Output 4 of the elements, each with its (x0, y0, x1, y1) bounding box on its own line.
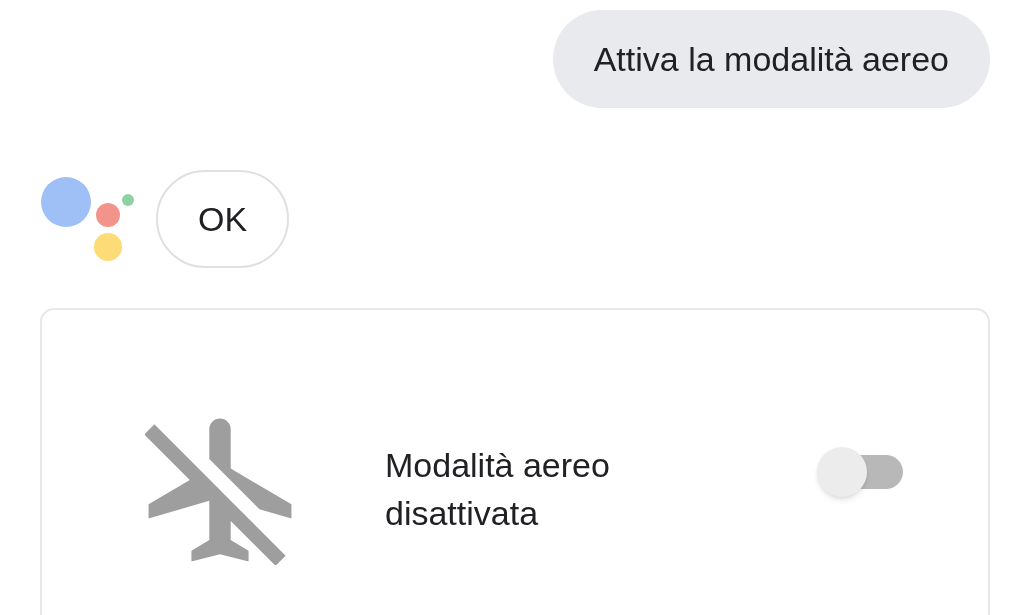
assistant-logo-icon (40, 176, 136, 262)
user-message-bubble: Attiva la modalità aereo (552, 10, 990, 108)
assistant-reply-bubble: OK (156, 170, 290, 268)
airplane-mode-status: Modalità aereo disattivata (385, 445, 611, 534)
